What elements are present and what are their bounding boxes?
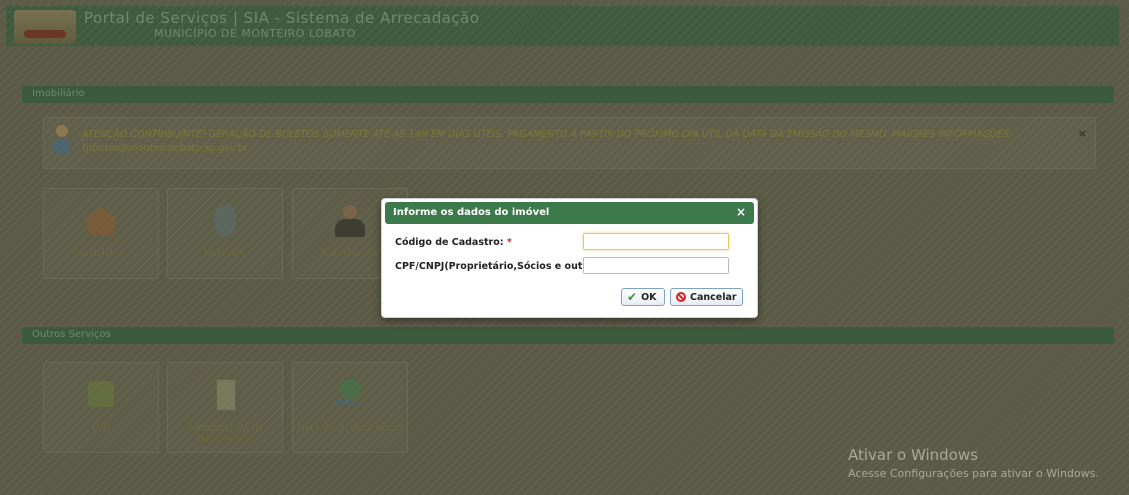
property-data-dialog: Informe os dados do imóvel × Código de C… [381,198,758,318]
section-title: Imobiliário [32,88,85,99]
tile-label: Imobiliário [77,249,125,259]
tile-label: Nota Fiscal de Serviços [298,423,402,433]
checkmark-icon: ✔ [627,290,638,304]
nfse-icon [331,377,369,413]
tile-nota-fiscal[interactable]: Nota Fiscal de Serviços [292,362,408,453]
person-icon [331,203,369,239]
cadastro-label: Código de Cadastro: * [395,237,512,248]
notice-text: ATENÇÃO CONTRIBUINTE! GERAÇÃO DE BOLETOS… [82,129,1013,154]
close-icon[interactable]: × [736,205,746,219]
tile-label: Mobiliário [203,249,247,259]
header-title: Portal de Serviços | SIA - Sistema de Ar… [84,9,480,27]
section-title: Outros Serviços [32,329,111,340]
tile-label: Autenticidade de Documentos [186,423,264,444]
windows-activation-title: Ativar o Windows [848,446,978,464]
tile-autenticidade[interactable]: Autenticidade de Documentos [167,362,283,453]
cpf-cnpj-label-text: CPF/CNPJ(Proprietário,Sócios e outros): [395,261,608,272]
tile-label: ITBI [92,423,110,433]
iss-icon [82,377,120,413]
cancel-icon [676,292,686,302]
document-icon [206,377,244,413]
cadastro-label-text: Código de Cadastro: [395,237,504,248]
notice-alert: ATENÇÃO CONTRIBUINTE! GERAÇÃO DE BOLETOS… [43,117,1096,169]
dialog-header: Informe os dados do imóvel × [385,202,754,224]
app-header: Portal de Serviços | SIA - Sistema de Ar… [6,6,1119,46]
tile-itbi[interactable]: ITBI [43,362,159,453]
header-subtitle: MUNICÍPIO DE MONTEIRO LOBATO [154,27,356,40]
cancel-button[interactable]: Cancelar [670,288,743,306]
section-bar-outros-servicos: Outros Serviços [22,327,1114,344]
cpf-cnpj-input[interactable] [583,257,729,274]
required-marker: * [506,237,512,248]
ok-button[interactable]: ✔ OK [621,288,665,306]
tile-mobiliario[interactable]: Mobiliário [167,188,283,279]
ok-button-label: OK [641,291,657,303]
shield-icon [206,203,244,239]
windows-activation-subtitle: Acesse Configurações para ativar o Windo… [848,467,1099,480]
municipality-logo [14,10,76,44]
notice-close-icon[interactable]: × [1078,127,1087,140]
dialog-title: Informe os dados do imóvel [393,207,550,218]
section-bar-imobiliario: Imobiliário [22,86,1114,103]
cadastro-code-input[interactable] [583,233,729,250]
tile-imobiliario[interactable]: Imobiliário [43,188,159,279]
contributor-icon [52,125,72,155]
house-icon [82,203,120,239]
cancel-button-label: Cancelar [690,291,737,303]
